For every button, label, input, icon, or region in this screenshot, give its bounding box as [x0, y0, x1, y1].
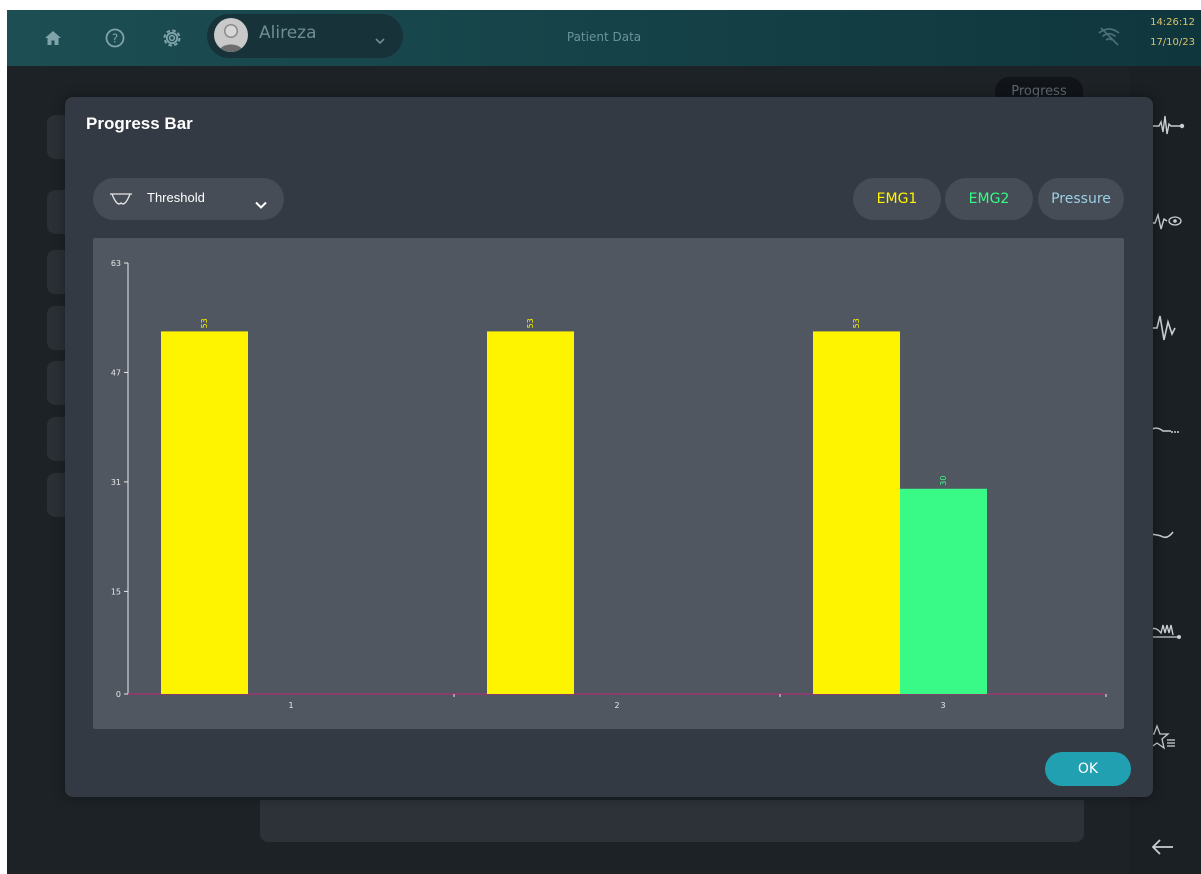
- pressure-toggle[interactable]: Pressure: [1038, 178, 1124, 220]
- x-tick-label: 3: [940, 701, 945, 710]
- clock: 14:26:12 17/10/23: [1150, 13, 1195, 53]
- y-tick-label: 47: [111, 368, 121, 377]
- emg1-bar: [487, 331, 574, 694]
- data-label: 53: [852, 318, 861, 328]
- wifi-off-icon: [1097, 26, 1121, 50]
- time-text: 14:26:12: [1150, 17, 1195, 28]
- x-tick-label: 2: [614, 701, 619, 710]
- y-tick-label: 31: [111, 478, 121, 487]
- y-tick-label: 15: [111, 587, 121, 596]
- y-tick-label: 63: [111, 259, 121, 268]
- bar-chart-svg: 0 15 31 47 63 53 1 53 2 53 30 3: [111, 259, 1107, 710]
- y-tick-label: 0: [116, 690, 121, 699]
- data-label: 53: [526, 318, 535, 328]
- top-bar: ? Alireza Patient Data 14:26:12 17/10/23: [7, 10, 1201, 66]
- emg1-bar: [813, 331, 900, 694]
- page-title: Patient Data: [566, 30, 642, 44]
- chevron-down-icon: [255, 194, 267, 213]
- progress-chart: 0 15 31 47 63 53 1 53 2 53 30 3: [93, 238, 1124, 729]
- background-panel: [260, 800, 1084, 842]
- ok-button[interactable]: OK: [1045, 752, 1131, 786]
- threshold-dropdown[interactable]: Threshold: [93, 178, 284, 220]
- back-arrow-icon[interactable]: [1141, 832, 1193, 862]
- emg2-bar: [900, 488, 987, 694]
- progress-bar-dialog: Progress Bar Threshold EMG1 EMG2 Pressur…: [65, 97, 1153, 797]
- x-tick-label: 1: [288, 701, 293, 710]
- data-label: 30: [939, 476, 948, 486]
- dropdown-label: Threshold: [147, 190, 205, 205]
- dialog-title: Progress Bar: [86, 114, 193, 133]
- data-label: 53: [200, 318, 209, 328]
- threshold-icon: [109, 191, 133, 211]
- date-text: 17/10/23: [1150, 37, 1195, 48]
- emg1-bar: [161, 331, 248, 694]
- app-window: ? Alireza Patient Data 14:26:12 17/10/23: [7, 10, 1201, 874]
- emg1-toggle[interactable]: EMG1: [853, 178, 941, 220]
- emg2-toggle[interactable]: EMG2: [945, 178, 1033, 220]
